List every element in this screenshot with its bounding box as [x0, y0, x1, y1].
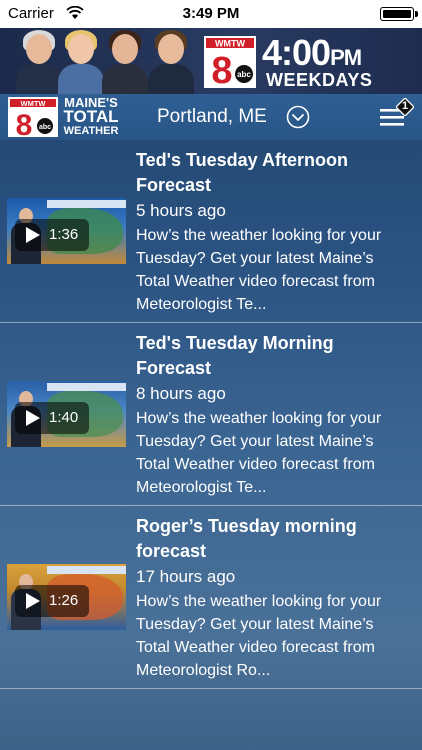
video-title[interactable]: Roger’s Tuesday morning forecast [136, 514, 406, 564]
video-thumbnail[interactable]: 1:40 [7, 381, 126, 447]
logo-network-text: abc [237, 70, 251, 79]
play-button[interactable]: 1:40 [15, 402, 89, 434]
video-description: How’s the weather looking for your Tuesd… [136, 593, 382, 679]
video-time-ago: 8 hours ago [136, 384, 226, 403]
video-title[interactable]: Ted's Tuesday Morning Forecast [136, 331, 406, 381]
banner-time-value: 4:00 [262, 32, 331, 73]
video-description: How’s the weather looking for your Tuesd… [136, 227, 382, 313]
video-time-ago: 5 hours ago [136, 201, 226, 220]
status-bar: Carrier 3:49 PM [0, 0, 422, 28]
notification-count: 1 [401, 100, 409, 112]
wmtw-logo: WMTW 8 abc [204, 36, 256, 88]
logo-small-station: WMTW [21, 99, 47, 108]
video-list-item[interactable]: 1:40 Ted's Tuesday Morning Forecast 8 ho… [0, 323, 422, 506]
brand-line2: TOTAL [63, 107, 119, 126]
video-list-item[interactable]: 1:36 Ted's Tuesday Afternoon Forecast 5 … [0, 140, 422, 323]
nav-bar: WMTW 8 abc MAINE'S TOTAL WEATHER Portlan… [0, 94, 422, 140]
logo-channel-text: 8 [211, 50, 232, 88]
logo-small-channel: 8 [16, 109, 33, 137]
location-selector[interactable]: Portland, ME [157, 106, 267, 128]
video-list-item[interactable]: 1:26 Roger’s Tuesday morning forecast 17… [0, 506, 422, 689]
ad-banner[interactable]: WMTW 8 abc 4:00PM WEEKDAYS [0, 28, 422, 94]
banner-meridiem: PM [330, 45, 362, 70]
play-button[interactable]: 1:36 [15, 219, 89, 251]
logo-small-network: abc [39, 124, 51, 131]
clock: 3:49 PM [182, 5, 240, 22]
logo-station-text: WMTW [215, 39, 245, 49]
play-icon [26, 227, 40, 243]
video-description: How’s the weather looking for your Tuesd… [136, 410, 382, 496]
anchor-photo [100, 30, 150, 94]
anchor-photo [146, 30, 196, 94]
video-duration: 1:36 [49, 226, 79, 243]
battery-icon [380, 7, 418, 21]
brand-line3: WEATHER [63, 125, 119, 137]
anchor-photo [56, 30, 106, 94]
play-icon [26, 593, 40, 609]
video-duration: 1:26 [49, 592, 79, 609]
video-time-ago: 17 hours ago [136, 567, 236, 586]
brand-wordmark: MAINE'S TOTAL WEATHER [62, 96, 120, 138]
station-logo[interactable]: WMTW 8 abc [8, 97, 58, 137]
video-title[interactable]: Ted's Tuesday Afternoon Forecast [136, 148, 406, 198]
video-thumbnail[interactable]: 1:36 [7, 198, 126, 264]
banner-time: 4:00PM [262, 32, 362, 74]
banner-days: WEEKDAYS [266, 70, 373, 90]
video-duration: 1:40 [49, 409, 79, 426]
play-icon [26, 410, 40, 426]
chevron-down-icon[interactable] [286, 105, 310, 129]
video-list: 1:36 Ted's Tuesday Afternoon Forecast 5 … [0, 140, 422, 689]
play-button[interactable]: 1:26 [15, 585, 89, 617]
video-thumbnail[interactable]: 1:26 [7, 564, 126, 630]
